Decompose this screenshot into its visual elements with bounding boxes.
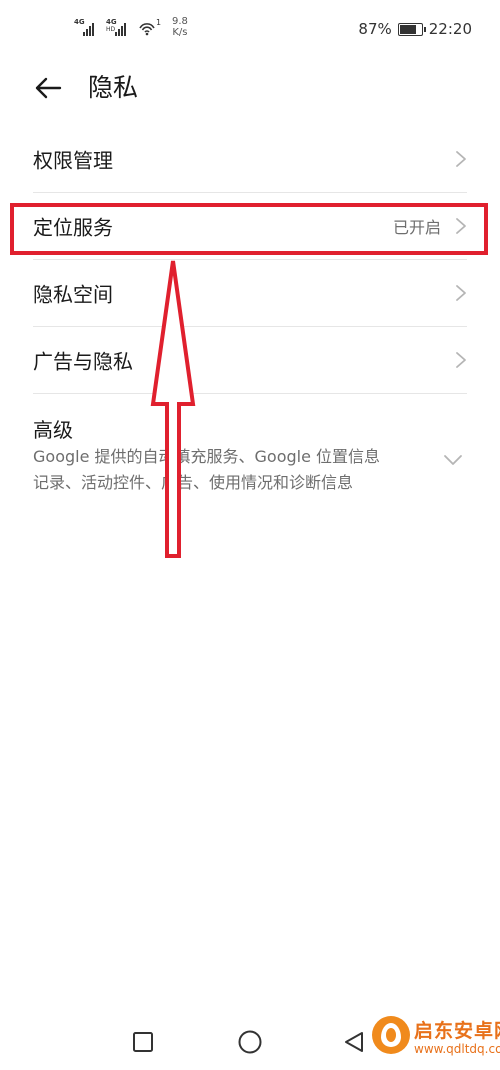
back-triangle-icon [345,1032,363,1052]
watermark: 启东安卓网 www.qdltdq.com [372,1010,500,1066]
recent-apps-button[interactable] [129,1028,157,1056]
chevron-right-icon [456,285,466,301]
chevron-right-icon [456,151,466,167]
advanced-description: Google 提供的自动填充服务、Google 位置信息记录、活动控件、广告、使… [33,447,381,492]
watermark-name: 启东安卓网 [414,1020,500,1042]
battery-fill [399,24,417,34]
advanced-label: 高级 [33,418,73,442]
watermark-url: www.qdltdq.com [414,1042,500,1056]
chevron-right-icon [456,218,466,234]
wifi-badge: 1 [156,18,162,27]
chevron-down-icon [444,455,462,465]
list-item-label: 权限管理 [33,148,113,173]
nav-back-button[interactable] [340,1028,368,1056]
cell-signal-2-icon: 4G HD [106,18,132,38]
home-circle-icon [238,1030,262,1054]
chevron-right-icon [456,352,466,368]
app-header: 隐私 [0,62,500,114]
page-title: 隐私 [88,73,139,102]
arrow-left-icon [35,77,62,99]
network-speed-value: 9.8 [172,16,188,27]
status-right: 87% 22:20 [358,20,472,38]
list-item-label: 广告与隐私 [33,349,133,374]
list-item-private-space[interactable]: 隐私空间 [33,260,467,327]
home-button[interactable] [236,1028,264,1056]
list-item-permission-management[interactable]: 权限管理 [33,126,467,193]
recent-apps-square-icon [133,1032,153,1052]
network-type-2-sub: HD [106,26,116,33]
list-item-label: 隐私空间 [33,282,113,307]
battery-icon [397,22,426,36]
location-status: 已开启 [392,218,441,237]
network-speed: 9.8 K/s [172,16,188,38]
list-item-advanced[interactable]: 高级 Google 提供的自动填充服务、Google 位置信息记录、活动控件、广… [33,394,467,526]
back-button[interactable] [30,72,66,104]
list-item-ads-and-privacy[interactable]: 广告与隐私 [33,327,467,394]
cell-signal-1-icon: 4G [74,18,100,38]
clock: 22:20 [428,20,472,38]
settings-list: 权限管理 定位服务 已开启 隐私空间 广告与隐私 高级 Google 提供的自动… [0,126,500,526]
list-item-label: 定位服务 [33,215,113,240]
network-speed-unit: K/s [172,27,188,38]
status-left: 4G 4G HD 1 9.8 K/s [74,16,188,38]
wifi-icon: 1 [138,18,162,38]
status-bar: 4G 4G HD 1 9.8 K/s 87% 22:20 [0,0,500,58]
battery-percent: 87% [358,20,392,38]
watermark-logo-icon [372,1016,410,1054]
list-item-location-service[interactable]: 定位服务 已开启 [33,193,467,260]
